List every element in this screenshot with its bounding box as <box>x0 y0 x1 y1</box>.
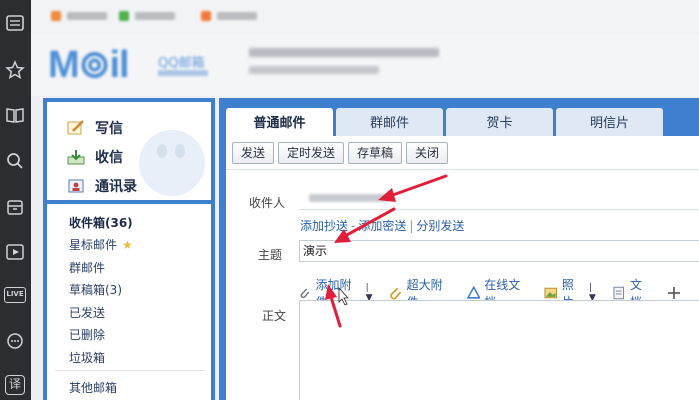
tab-group-mail[interactable]: 群邮件 <box>336 108 443 138</box>
chat-icon[interactable] <box>4 330 26 352</box>
bookmark-item[interactable] <box>119 11 175 21</box>
folder-inbox[interactable]: 收件箱(36) <box>69 214 133 231</box>
bookmark-item[interactable] <box>201 11 257 21</box>
photo-icon <box>544 287 558 299</box>
paperclip-large-icon <box>390 287 402 300</box>
recipient-options: 添加抄送 - 添加密送 | 分别发送 <box>300 217 467 234</box>
separate-send-link[interactable]: 分别发送 <box>416 219 464 233</box>
folder-trash[interactable]: 垃圾箱 <box>69 349 105 366</box>
qq-mail-logo[interactable]: M⊚il QQ邮箱 <box>48 42 228 88</box>
folder-group-mail[interactable]: 群邮件 <box>69 259 105 276</box>
star-icon[interactable] <box>4 59 26 81</box>
write-mail-button[interactable]: 写信 <box>67 118 123 138</box>
browser-sidebar: LIVE 译 <box>0 0 31 400</box>
penguin-mascot-icon <box>139 130 205 196</box>
subject-input[interactable]: 演示 <box>299 240 699 262</box>
more-tools-icon[interactable] <box>667 286 685 300</box>
folder-deleted[interactable]: 已删除 <box>69 326 105 343</box>
recipient-label: 收件人 <box>249 196 286 210</box>
tab-greeting-card[interactable]: 贺卡 <box>446 108 553 138</box>
recipient-input[interactable] <box>299 188 699 210</box>
folder-list: 收件箱(36) 星标邮件 ★ 群邮件 草稿箱(3) 已发送 已删除 垃圾箱 其他邮… <box>47 204 211 400</box>
compose-toolbar: 发送 定时发送 存草稿 关闭 <box>232 142 452 164</box>
scheduled-send-button[interactable]: 定时发送 <box>278 142 345 164</box>
address-book-icon <box>68 179 84 193</box>
folder-sent[interactable]: 已发送 <box>69 304 105 321</box>
link-separator: - <box>351 219 356 233</box>
divider <box>55 370 205 371</box>
paperclip-icon <box>300 288 310 299</box>
tab-postcard[interactable]: 明信片 <box>556 108 663 138</box>
mail-header: M⊚il QQ邮箱 <box>31 34 699 96</box>
book-icon[interactable] <box>4 104 26 126</box>
body-label: 正文 <box>262 309 287 323</box>
save-draft-button[interactable]: 存草稿 <box>348 142 403 164</box>
add-bcc-link[interactable]: 添加密送 <box>358 219 406 233</box>
tab-normal-mail[interactable]: 普通邮件 <box>226 108 333 138</box>
quick-actions: 写信 收信 通讯录 <box>47 102 211 200</box>
mail-sidebar: 写信 收信 通讯录 收件箱(36) 星标邮件 ★ 群邮件 草稿箱(3) 已发送 已… <box>43 98 215 400</box>
bookmark-item[interactable] <box>51 11 107 21</box>
recipient-address <box>309 194 389 202</box>
folder-other-mailboxes[interactable]: 其他邮箱 <box>69 379 117 396</box>
compose-panel: 普通邮件 群邮件 贺卡 明信片 发送 定时发送 存草稿 关闭 收件人 添加抄送 -… <box>219 98 699 400</box>
mail-body-editor[interactable] <box>299 300 699 400</box>
compose-body: 发送 定时发送 存草稿 关闭 收件人 添加抄送 - 添加密送 | 分别发送 主题 演示 … <box>226 136 699 400</box>
send-button[interactable]: 发送 <box>232 142 275 164</box>
contacts-button[interactable]: 通讯录 <box>67 176 137 196</box>
video-icon[interactable] <box>4 241 26 263</box>
live-icon[interactable]: LIVE <box>4 287 26 303</box>
document-icon <box>613 286 625 300</box>
box-icon[interactable] <box>4 196 26 218</box>
receive-mail-button[interactable]: 收信 <box>67 147 123 167</box>
add-cc-link[interactable]: 添加抄送 <box>300 219 348 233</box>
link-separator: | <box>409 219 414 233</box>
online-doc-icon <box>466 286 481 299</box>
star-icon: ★ <box>122 238 133 252</box>
folder-drafts[interactable]: 草稿箱(3) <box>69 281 122 298</box>
bookmark-bar <box>31 0 699 34</box>
pencil-paper-icon <box>67 120 84 135</box>
compose-tabs: 普通邮件 群邮件 贺卡 明信片 <box>226 108 666 138</box>
search-icon[interactable] <box>4 150 26 172</box>
subject-label: 主题 <box>258 248 283 262</box>
toolbar-divider <box>226 169 699 170</box>
folder-starred[interactable]: 星标邮件 ★ <box>69 236 133 253</box>
translate-icon[interactable]: 译 <box>5 375 25 395</box>
close-button[interactable]: 关闭 <box>406 142 449 164</box>
user-info <box>249 48 439 74</box>
inbox-download-icon <box>67 150 85 165</box>
reader-icon[interactable] <box>4 12 26 34</box>
